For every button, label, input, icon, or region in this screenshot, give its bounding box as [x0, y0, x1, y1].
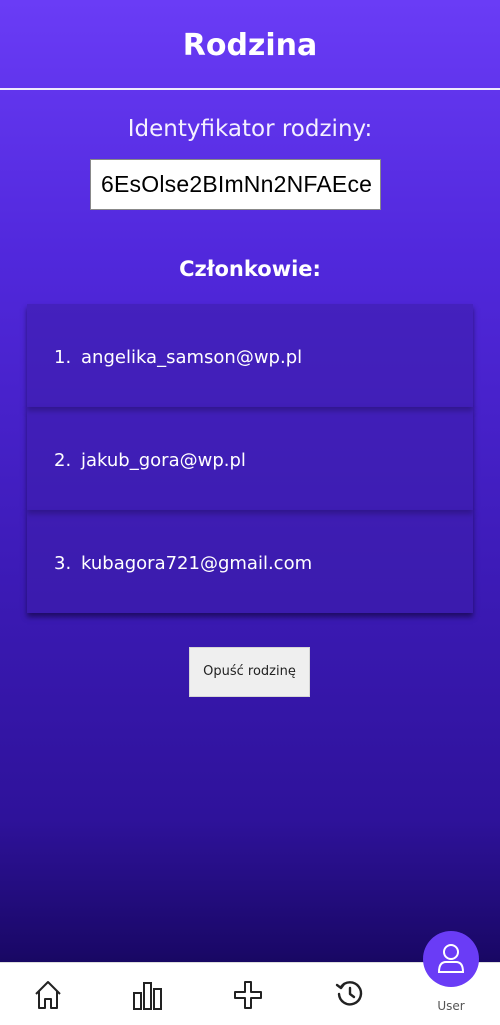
member-email: jakub_gora@wp.pl	[81, 450, 246, 471]
member-email: kubagora721@gmail.com	[81, 553, 313, 574]
member-email: angelika_samson@wp.pl	[81, 347, 303, 368]
nav-stats[interactable]	[118, 963, 178, 1025]
user-icon	[437, 944, 465, 973]
nav-history[interactable]	[320, 963, 380, 1025]
nav-add[interactable]	[218, 963, 278, 1025]
nav-home[interactable]	[18, 963, 78, 1025]
history-icon	[335, 981, 363, 1006]
member-list-item: 3. kubagora721@gmail.com	[27, 510, 473, 613]
plus-icon	[234, 981, 262, 1009]
page-title: Rodzina	[182, 28, 318, 63]
header: Rodzina	[0, 0, 500, 90]
member-number: 2.	[54, 450, 72, 471]
nav-user[interactable]	[423, 931, 479, 987]
leave-family-button[interactable]: Opuść rodzinę	[189, 647, 310, 697]
family-id-field[interactable]: 6EsOlse2BImNn2NFAEce	[90, 159, 381, 210]
home-icon	[35, 981, 61, 1009]
member-list-item: 2. jakub_gora@wp.pl	[27, 407, 473, 510]
member-list-item: 1. angelika_samson@wp.pl	[27, 304, 473, 407]
member-number: 1.	[54, 347, 72, 368]
nav-user-label: User	[437, 999, 465, 1013]
members-title: Członkowie:	[179, 257, 321, 281]
bar-chart-icon	[133, 982, 162, 1010]
member-number: 3.	[54, 553, 72, 574]
family-id-label: Identyfikator rodziny:	[127, 116, 373, 142]
